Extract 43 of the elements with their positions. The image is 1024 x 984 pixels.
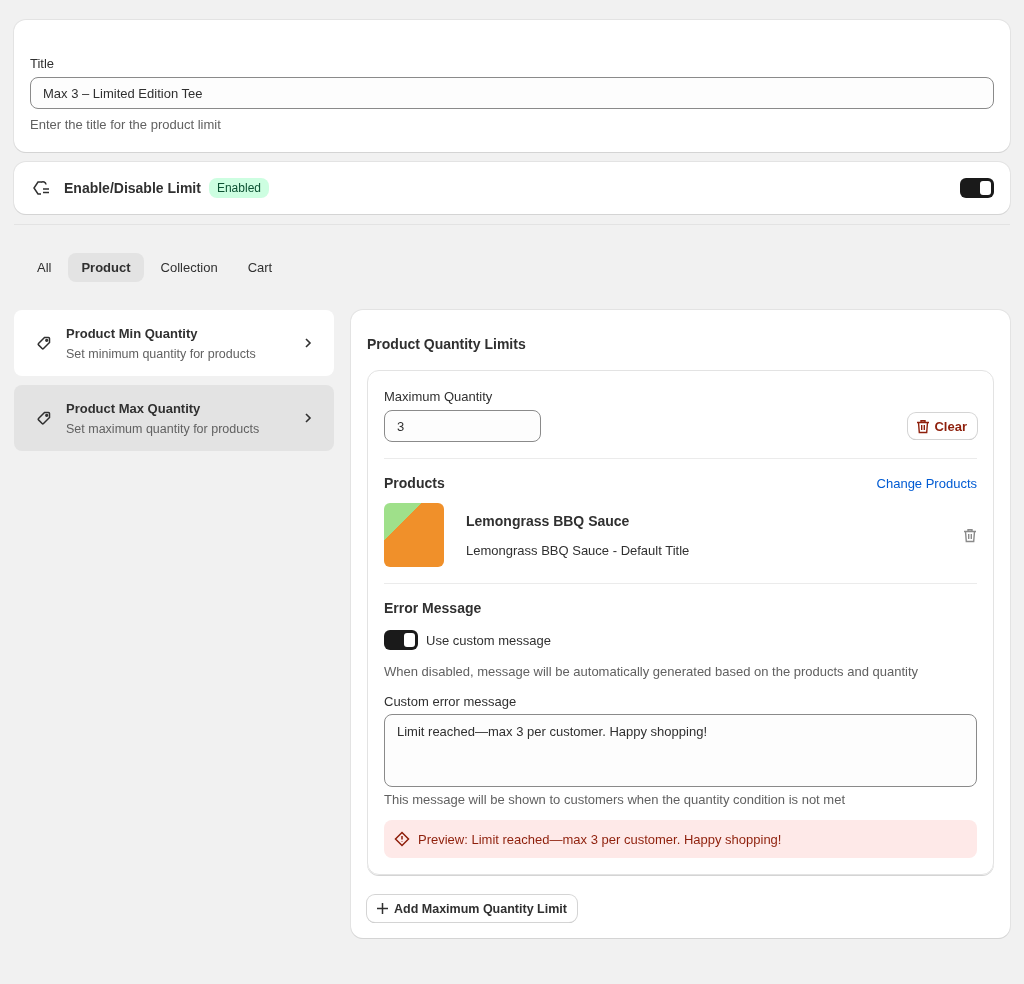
product-variant: Lemongrass BBQ Sauce - Default Title bbox=[466, 542, 691, 558]
product-photo-placeholder bbox=[384, 503, 444, 567]
limit-toggle-label: Enable/Disable Limit bbox=[64, 180, 201, 196]
rule-type-item[interactable]: Product Min Quantity Set minimum quantity for products bbox=[14, 310, 334, 376]
rule-type-subtitle: Set maximum quantity for products bbox=[66, 421, 261, 436]
clear-button[interactable]: Clear bbox=[908, 413, 977, 439]
title-help-text: Enter the title for the product limit bbox=[30, 116, 222, 134]
change-products-link[interactable]: Change Products bbox=[876, 475, 977, 491]
title-input[interactable]: Max 3 – Limited Edition Tee bbox=[30, 77, 994, 109]
filter-tab[interactable]: Collection bbox=[147, 253, 231, 282]
rule-type-item[interactable]: Product Max Quantity Set maximum quantity for products bbox=[14, 385, 334, 451]
products-heading: Products bbox=[384, 475, 445, 491]
filter-tab[interactable]: All bbox=[24, 253, 65, 282]
error-message-heading: Error Message bbox=[384, 600, 483, 616]
rule-type-title: Product Min Quantity bbox=[66, 325, 199, 341]
message-label: Custom error message bbox=[384, 694, 518, 709]
title-label: Title bbox=[30, 56, 56, 71]
add-limit-button[interactable]: Add Maximum Quantity Limit bbox=[367, 895, 577, 922]
warning-diamond-icon bbox=[394, 831, 410, 847]
tag-icon bbox=[36, 410, 52, 426]
panel-title: Product Quantity Limits bbox=[367, 336, 527, 352]
tag-list-icon bbox=[32, 180, 50, 196]
rule-type-title: Product Max Quantity bbox=[66, 400, 202, 416]
preview-text: Preview: Limit reached—max 3 per customer. Happy shopping! bbox=[418, 831, 782, 847]
status-badge: Enabled bbox=[208, 178, 269, 198]
filter-tab[interactable]: Product bbox=[68, 253, 144, 282]
message-textarea[interactable]: Limit reached—max 3 per customer. Happy shopping! bbox=[384, 714, 977, 787]
limit-toggle[interactable] bbox=[960, 178, 994, 198]
custom-message-toggle[interactable] bbox=[384, 630, 418, 650]
chevron-right-icon bbox=[304, 412, 312, 424]
chevron-right-icon bbox=[304, 337, 312, 349]
rule-type-subtitle: Set minimum quantity for products bbox=[66, 346, 257, 361]
trash-icon bbox=[916, 418, 931, 434]
custom-message-label: Use custom message bbox=[426, 632, 551, 648]
message-help: This message will be shown to customers when the quantity condition is not met bbox=[384, 791, 846, 809]
trash-icon[interactable] bbox=[963, 527, 977, 543]
quantity-input[interactable]: 3 bbox=[384, 410, 541, 442]
tag-icon bbox=[36, 335, 52, 351]
plus-icon bbox=[377, 903, 388, 914]
filter-tab[interactable]: Cart bbox=[234, 253, 286, 282]
custom-message-help: When disabled, message will be automatically generated based on the products and quantity bbox=[384, 663, 920, 681]
quantity-label: Maximum Quantity bbox=[384, 389, 494, 404]
product-name: Lemongrass BBQ Sauce bbox=[466, 512, 631, 529]
